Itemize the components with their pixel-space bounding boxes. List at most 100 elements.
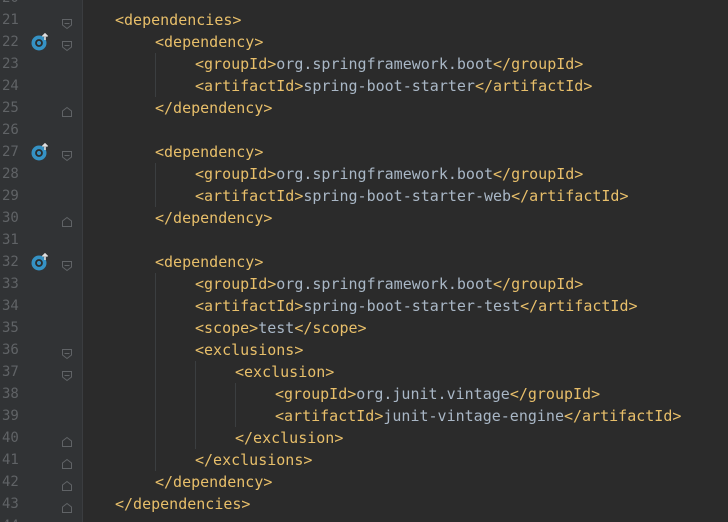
code-line[interactable]: 42 </dependency> <box>0 471 728 493</box>
xml-close-tag: </artifactId> <box>520 297 638 315</box>
fold-end-icon[interactable] <box>61 102 73 117</box>
code-text[interactable]: <scope>test</scope> <box>195 317 367 339</box>
xml-open-tag: </dependencies> <box>115 495 251 513</box>
code-text[interactable]: </dependency> <box>155 471 272 493</box>
xml-open-tag: </exclusion> <box>235 429 344 447</box>
code-line[interactable]: 38 <groupId>org.junit.vintage</groupId> <box>0 383 728 405</box>
line-number: 24 <box>2 78 19 94</box>
fold-collapse-icon[interactable] <box>61 256 73 272</box>
fold-collapse-icon[interactable] <box>61 344 73 360</box>
xml-close-tag: </artifactId> <box>511 187 629 205</box>
line-number: 41 <box>2 452 19 468</box>
line-number: 27 <box>2 144 19 160</box>
code-line[interactable]: 40 </exclusion> <box>0 427 728 449</box>
code-line[interactable]: 33 <groupId>org.springframework.boot</gro… <box>0 273 728 295</box>
code-line[interactable]: 31 <box>0 229 728 251</box>
xml-open-tag: <groupId> <box>195 55 277 73</box>
xml-text-value: org.junit.vintage <box>356 385 510 403</box>
xml-open-tag: <groupId> <box>195 165 277 183</box>
code-editor[interactable]: 20 21 <dependencies> 22 <dependency> 23 <group… <box>0 0 728 522</box>
line-number: 38 <box>2 386 19 402</box>
xml-text-value: spring-boot-starter-web <box>303 187 512 205</box>
code-line[interactable]: 30 </dependency> <box>0 207 728 229</box>
code-text[interactable]: <artifactId>junit-vintage-engine</artifa… <box>275 405 681 427</box>
code-text[interactable]: <groupId>org.springframework.boot</group… <box>195 163 583 185</box>
code-text[interactable]: <dependencies> <box>115 9 241 31</box>
fold-end-icon[interactable] <box>61 454 73 469</box>
line-number: 39 <box>2 408 19 424</box>
maven-dependency-icon[interactable] <box>30 32 50 51</box>
fold-collapse-icon[interactable] <box>61 14 73 30</box>
xml-text-value: test <box>258 319 295 337</box>
xml-open-tag: <dependency> <box>155 143 264 161</box>
xml-text-value: junit-vintage-engine <box>383 407 564 425</box>
fold-end-icon[interactable] <box>61 212 73 227</box>
line-number: 23 <box>2 56 19 72</box>
code-line[interactable]: 39 <artifactId>junit-vintage-engine</arti… <box>0 405 728 427</box>
code-text[interactable]: <artifactId>spring-boot-starter</artifac… <box>195 75 592 97</box>
code-text[interactable]: </dependency> <box>155 207 272 229</box>
xml-open-tag: </dependency> <box>155 99 273 117</box>
code-text[interactable]: </exclusions> <box>195 449 312 471</box>
xml-open-tag: <artifactId> <box>195 187 304 205</box>
code-line[interactable]: 29 <artifactId>spring-boot-starter-web</a… <box>0 185 728 207</box>
fold-collapse-icon[interactable] <box>61 146 73 162</box>
code-line[interactable]: 27 <dependency> <box>0 141 728 163</box>
line-number: 22 <box>2 34 19 50</box>
code-line[interactable]: 44 <box>0 515 728 522</box>
xml-text-value: spring-boot-starter-test <box>303 297 521 315</box>
xml-open-tag: <groupId> <box>275 385 357 403</box>
code-text[interactable]: <groupId>org.springframework.boot</group… <box>195 53 583 75</box>
code-text[interactable]: <exclusion> <box>235 361 334 383</box>
line-number: 26 <box>2 122 19 138</box>
code-text[interactable]: <groupId>org.springframework.boot</group… <box>195 273 583 295</box>
code-text[interactable]: </dependencies> <box>115 493 250 515</box>
xml-open-tag: </dependency> <box>155 209 273 227</box>
code-line[interactable]: 32 <dependency> <box>0 251 728 273</box>
fold-end-icon[interactable] <box>61 476 73 491</box>
code-line[interactable]: 26 <box>0 119 728 141</box>
fold-collapse-icon[interactable] <box>61 36 73 52</box>
line-number: 30 <box>2 210 19 226</box>
code-line[interactable]: 36 <exclusions> <box>0 339 728 361</box>
code-line[interactable]: 35 <scope>test</scope> <box>0 317 728 339</box>
line-number: 21 <box>2 12 19 28</box>
xml-open-tag: <scope> <box>195 319 259 337</box>
xml-close-tag: </artifactId> <box>564 407 682 425</box>
fold-end-icon[interactable] <box>61 498 73 513</box>
code-line[interactable]: 28 <groupId>org.springframework.boot</gro… <box>0 163 728 185</box>
line-number: 43 <box>2 496 19 512</box>
xml-text-value: spring-boot-starter <box>303 77 475 95</box>
maven-dependency-icon[interactable] <box>30 252 50 271</box>
code-text[interactable]: </dependency> <box>155 97 272 119</box>
line-number: 33 <box>2 276 19 292</box>
maven-dependency-icon[interactable] <box>30 142 50 161</box>
line-number: 29 <box>2 188 19 204</box>
xml-close-tag: </groupId> <box>493 275 584 293</box>
code-line[interactable]: 34 <artifactId>spring-boot-starter-test</… <box>0 295 728 317</box>
code-line[interactable]: 20 <box>0 0 728 9</box>
code-text[interactable]: <artifactId>spring-boot-starter-test</ar… <box>195 295 638 317</box>
xml-text-value: org.springframework.boot <box>276 165 494 183</box>
code-text[interactable]: <dependency> <box>155 31 263 53</box>
code-line[interactable]: 25 </dependency> <box>0 97 728 119</box>
code-line[interactable]: 37 <exclusion> <box>0 361 728 383</box>
xml-open-tag: <groupId> <box>195 275 277 293</box>
code-line[interactable]: 43 </dependencies> <box>0 493 728 515</box>
code-text[interactable]: <groupId>org.junit.vintage</groupId> <box>275 383 600 405</box>
code-line[interactable]: 23 <groupId>org.springframework.boot</gro… <box>0 53 728 75</box>
code-line[interactable]: 24 <artifactId>spring-boot-starter</artif… <box>0 75 728 97</box>
xml-open-tag: <dependency> <box>155 33 264 51</box>
fold-end-icon[interactable] <box>61 432 73 447</box>
code-line[interactable]: 41 </exclusions> <box>0 449 728 471</box>
fold-collapse-icon[interactable] <box>61 366 73 382</box>
code-text[interactable]: <dependency> <box>155 141 263 163</box>
code-text[interactable]: <dependency> <box>155 251 263 273</box>
code-text[interactable]: <exclusions> <box>195 339 303 361</box>
xml-close-tag: </groupId> <box>493 55 584 73</box>
code-line[interactable]: 21 <dependencies> <box>0 9 728 31</box>
line-number: 32 <box>2 254 19 270</box>
code-text[interactable]: </exclusion> <box>235 427 343 449</box>
code-text[interactable]: <artifactId>spring-boot-starter-web</art… <box>195 185 629 207</box>
code-line[interactable]: 22 <dependency> <box>0 31 728 53</box>
